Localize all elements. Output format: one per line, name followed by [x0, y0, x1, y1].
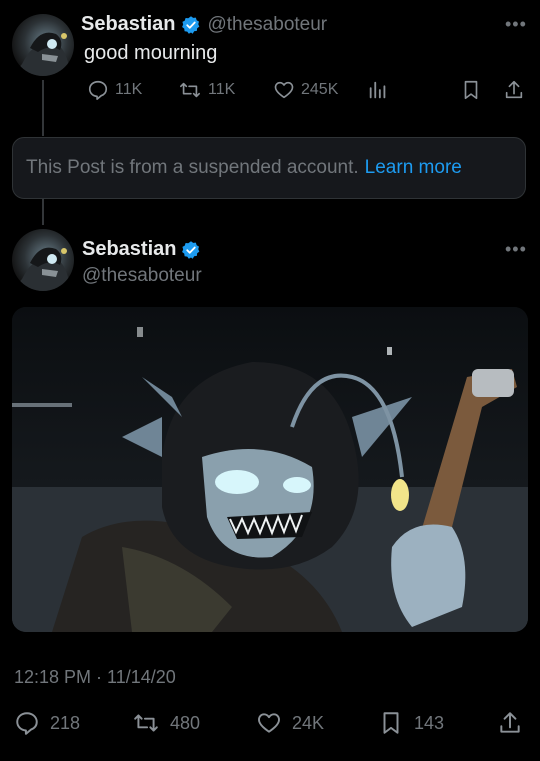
share-icon: [500, 712, 520, 733]
learn-more-link[interactable]: Learn more: [365, 157, 462, 179]
reply-icon: [88, 80, 108, 100]
post-illustration: [12, 307, 528, 632]
post-image[interactable]: [12, 307, 528, 632]
like-count: 245K: [301, 81, 339, 98]
share-button[interactable]: [497, 710, 523, 736]
repost-count: 11K: [208, 81, 236, 98]
reply-icon: [16, 712, 38, 735]
repost-icon: [134, 714, 158, 732]
repost-button[interactable]: 480: [132, 710, 200, 736]
heart-icon: [258, 713, 280, 733]
more-dots-icon[interactable]: •••: [505, 239, 527, 260]
analytics-icon: [369, 81, 386, 99]
like-button[interactable]: 24K: [256, 710, 324, 736]
views-button[interactable]: [367, 79, 389, 101]
bookmark-icon: [464, 80, 478, 100]
more-dots-icon[interactable]: •••: [505, 14, 527, 35]
author-name[interactable]: Sebastian: [82, 238, 176, 261]
bookmark-button[interactable]: [460, 79, 482, 101]
bookmark-count: 143: [414, 712, 445, 733]
author-handle[interactable]: @thesaboteur: [207, 14, 327, 36]
verified-badge-icon: [182, 15, 200, 34]
reply-button[interactable]: 218: [14, 710, 80, 736]
suspended-notice-text: This Post is from a suspended account.: [26, 157, 359, 178]
reply-button[interactable]: 11K: [87, 79, 142, 101]
reply-count: 218: [50, 712, 81, 733]
author-handle[interactable]: @thesaboteur: [82, 265, 202, 287]
share-icon: [505, 80, 523, 99]
repost-icon: [180, 82, 200, 98]
like-button[interactable]: 245K: [273, 79, 338, 101]
like-count: 24K: [292, 712, 325, 733]
thread-connector-bottom: [42, 199, 44, 225]
avatar[interactable]: [12, 229, 74, 291]
author-name[interactable]: Sebastian: [81, 13, 175, 36]
bookmark-button[interactable]: 143: [378, 710, 444, 736]
heart-icon: [274, 81, 294, 99]
suspended-account-notice: This Post is from a suspended account. L…: [12, 137, 526, 199]
reply-count: 11K: [115, 81, 143, 98]
thread-connector-top: [42, 80, 44, 136]
repost-count: 480: [170, 712, 201, 733]
verified-badge-icon: [182, 240, 200, 259]
repost-button[interactable]: 11K: [178, 79, 235, 101]
avatar[interactable]: [12, 14, 74, 76]
post-timestamp[interactable]: 12:18 PM · 11/14/20: [14, 667, 176, 688]
share-button[interactable]: [503, 79, 525, 101]
avatar-image: [12, 32, 74, 76]
avatar-image: [12, 247, 74, 291]
bookmark-icon: [383, 712, 399, 734]
post-text: good mourning: [84, 42, 218, 64]
